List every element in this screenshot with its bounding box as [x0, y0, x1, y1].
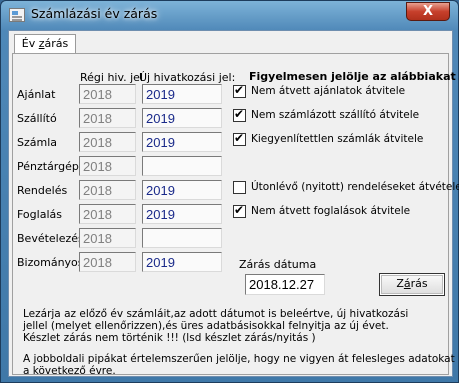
old-code-header: Régi hiv. jel: [80, 71, 144, 84]
checkbox-ajanlatok[interactable]: [233, 83, 246, 98]
checkbox-label: Nem számlázott szállító átvitele: [251, 109, 420, 121]
new-code-field[interactable]: [142, 228, 222, 248]
checkbox-label: Kiegyenlítettlen számlák átvitele: [251, 133, 424, 145]
old-code-field: 2018: [79, 180, 136, 200]
old-code-field: 2018: [79, 84, 136, 104]
closing-date-label: Zárás dátuma: [239, 258, 317, 271]
new-code-field[interactable]: 2019: [142, 204, 222, 224]
old-code-field: 2018: [79, 252, 136, 272]
closing-date-input[interactable]: 2018.12.27: [245, 274, 325, 295]
row-label: Számla: [17, 136, 58, 149]
info-line-3: Készlet zárás nem történik !!! (lsd kész…: [23, 332, 316, 344]
close-button[interactable]: X: [406, 2, 450, 21]
checkbox-foglalasok[interactable]: [233, 203, 246, 218]
row-label: Rendelés: [17, 184, 68, 197]
row-label: Szállító: [17, 112, 57, 125]
dialog-window: Számlázási év zárás X Év zárás Régi hiv.…: [0, 0, 459, 383]
new-code-field[interactable]: 2019: [142, 108, 222, 128]
row-label: Bevételezés: [17, 232, 84, 245]
tab-ev-zaras[interactable]: Év zárás: [14, 34, 76, 54]
old-code-field: 2018: [79, 204, 136, 224]
row-label: Foglalás: [17, 208, 62, 221]
info-line-2: jellel (melyet ellenőrizzen),és üres ada…: [23, 320, 389, 332]
window-title: Számlázási év zárás: [31, 6, 158, 21]
new-code-field[interactable]: [142, 156, 222, 176]
checkbox-label: Útonlévő (nyitott) rendeléseket átvétele…: [251, 181, 459, 193]
checkbox-rendelesek[interactable]: [233, 181, 246, 194]
checkbox-label: Nem átvett foglalások átvitele: [251, 205, 411, 217]
checkbox-szallito[interactable]: [233, 107, 246, 122]
title-bar[interactable]: Számlázási év zárás X: [1, 1, 458, 29]
new-code-header: Új hivatkozási jel:: [139, 71, 236, 84]
row-label: Pénztárgép: [17, 160, 79, 173]
client-area: Év zárás Régi hiv. jel Új hivatkozási je…: [8, 30, 459, 377]
info-line-4: A jobboldali pipákat értelemszerűen jelö…: [23, 353, 455, 365]
old-code-field: 2018: [79, 156, 136, 176]
tab-panel: Régi hiv. jel Új hivatkozási jel: Figyel…: [12, 53, 459, 377]
checkbox-label: Nem átvett ajánlatok átvitele: [251, 85, 406, 97]
checkbox-szamlak[interactable]: [233, 131, 246, 146]
row-label: Bizományosi: [17, 256, 87, 269]
notice-header: Figyelmesen jelölje az alábbiakat: [249, 70, 456, 83]
row-label: Ajánlat: [17, 88, 56, 101]
new-code-field[interactable]: 2019: [142, 252, 222, 272]
info-line-5: a következő évre.: [23, 365, 116, 377]
new-code-field[interactable]: 2019: [142, 180, 222, 200]
app-icon: [9, 8, 25, 22]
old-code-field: 2018: [79, 132, 136, 152]
new-code-field[interactable]: 2019: [142, 84, 222, 104]
close-year-button[interactable]: Zárás: [379, 273, 445, 296]
old-code-field: 2018: [79, 228, 136, 248]
old-code-field: 2018: [79, 108, 136, 128]
new-code-field[interactable]: 2019: [142, 132, 222, 152]
info-line-1: Lezárja az előző év számláit,az adott dá…: [23, 308, 409, 320]
